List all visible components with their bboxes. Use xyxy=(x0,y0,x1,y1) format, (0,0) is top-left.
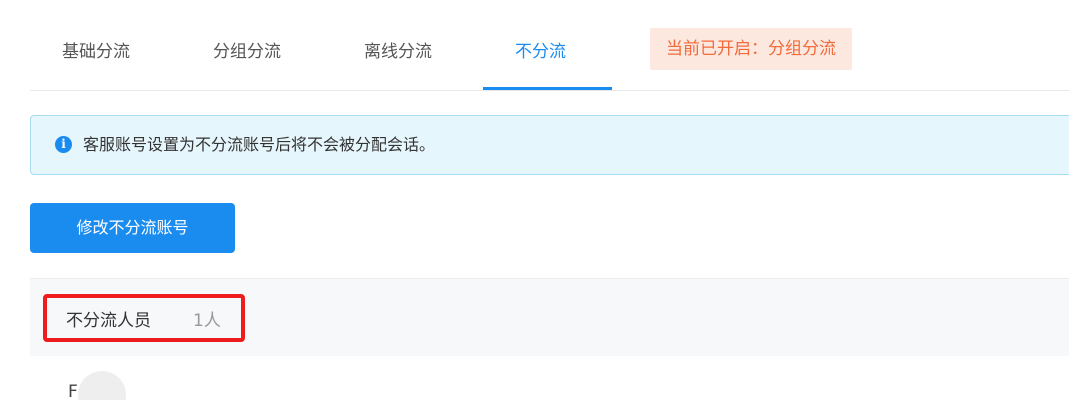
tab-no-routing[interactable]: 不分流 xyxy=(515,38,566,66)
edit-no-routing-accounts-button[interactable]: 修改不分流账号 xyxy=(30,203,235,253)
list-item[interactable]: F xyxy=(30,356,1069,400)
active-tab-indicator xyxy=(483,87,612,90)
tab-group-routing[interactable]: 分组分流 xyxy=(213,38,281,66)
tab-offline-routing[interactable]: 离线分流 xyxy=(364,38,432,66)
tab-bar: 基础分流 分组分流 离线分流 不分流 当前已开启：分组分流 xyxy=(30,0,1069,91)
tab-basic-routing[interactable]: 基础分流 xyxy=(62,38,130,66)
member-name-initial: F xyxy=(68,382,78,400)
info-alert: i 客服账号设置为不分流账号后将不会被分配会话。 xyxy=(30,115,1069,175)
alert-text: 客服账号设置为不分流账号后将不会被分配会话。 xyxy=(83,135,436,154)
page: 基础分流 分组分流 离线分流 不分流 当前已开启：分组分流 i 客服账号设置为不… xyxy=(0,0,1069,400)
member-count: 1人 xyxy=(193,311,221,331)
avatar xyxy=(78,371,126,400)
section-header: 不分流人员 1人 xyxy=(30,278,1069,356)
status-badge: 当前已开启：分组分流 xyxy=(650,28,852,70)
section-title: 不分流人员 xyxy=(66,311,151,331)
info-icon: i xyxy=(55,136,72,153)
